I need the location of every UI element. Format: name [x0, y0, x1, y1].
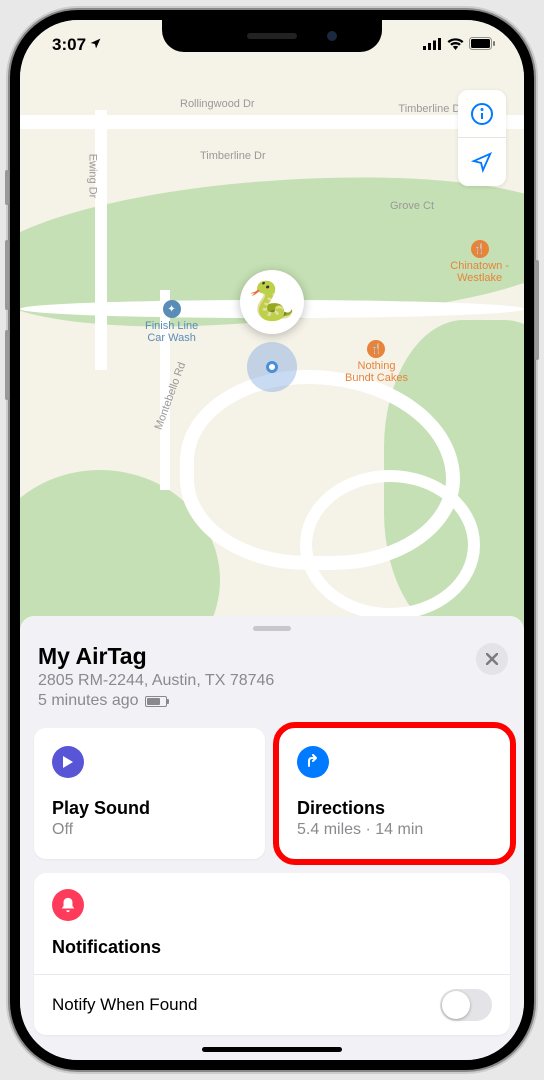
notch [162, 20, 382, 52]
battery-icon [469, 35, 496, 55]
bell-icon [52, 889, 84, 921]
street-label: Montebello Rd [153, 361, 189, 432]
play-sound-card[interactable]: Play Sound Off [34, 728, 265, 859]
toggle-switch[interactable] [440, 989, 492, 1021]
map-poi[interactable]: ✦ Finish Line Car Wash [145, 300, 198, 344]
map-controls [458, 90, 506, 186]
street-label: Timberline Dr [398, 103, 464, 115]
map-view[interactable]: Rollingwood Dr Ewing Dr Timberline Dr Ti… [20, 20, 524, 630]
bottom-sheet[interactable]: My AirTag 2805 RM-2244, Austin, TX 78746… [20, 616, 524, 1060]
item-title: My AirTag [38, 643, 506, 670]
play-icon [52, 746, 84, 778]
status-time: 3:07 [52, 35, 86, 55]
street-label: Rollingwood Dr [180, 98, 255, 110]
item-meta: 5 minutes ago [38, 692, 506, 710]
card-title: Play Sound [52, 798, 247, 819]
street-label: Grove Ct [390, 200, 434, 212]
phone-frame: 3:07 [10, 10, 534, 1070]
airtag-pin[interactable]: 🐍 [240, 270, 304, 334]
screen: 3:07 [20, 20, 524, 1060]
cellular-icon [423, 35, 442, 55]
annotation-highlight [273, 722, 516, 865]
home-indicator[interactable] [202, 1047, 342, 1052]
row-label: Notify When Found [52, 995, 198, 1015]
item-address: 2805 RM-2244, Austin, TX 78746 [38, 672, 506, 690]
card-sub: Off [52, 821, 247, 839]
timestamp: 5 minutes ago [38, 692, 139, 710]
street-label: Timberline Dr [200, 150, 266, 162]
map-poi[interactable]: 🍴 Chinatown - Westlake [450, 240, 509, 284]
map-poi[interactable]: 🍴 Nothing Bundt Cakes [345, 340, 408, 384]
battery-level-icon [145, 696, 169, 707]
location-services-icon [89, 37, 102, 53]
side-button [535, 260, 539, 360]
section-title: Notifications [52, 937, 492, 958]
info-button[interactable] [458, 90, 506, 138]
close-button[interactable] [476, 643, 508, 675]
street-label: Ewing Dr [86, 154, 98, 199]
notifications-card: Notifications Notify When Found [34, 873, 510, 1035]
airtag-emoji-icon: 🐍 [248, 280, 295, 324]
sheet-grabber[interactable] [253, 626, 291, 631]
wifi-icon [447, 35, 464, 55]
locate-button[interactable] [458, 138, 506, 186]
card-sub: 5.4 miles · 14 min [297, 821, 492, 839]
directions-card[interactable]: Directions 5.4 miles · 14 min [279, 728, 510, 859]
card-title: Directions [297, 798, 492, 819]
sheet-header: My AirTag 2805 RM-2244, Austin, TX 78746… [34, 643, 510, 728]
notify-when-found-row[interactable]: Notify When Found [52, 975, 492, 1035]
directions-icon [297, 746, 329, 778]
